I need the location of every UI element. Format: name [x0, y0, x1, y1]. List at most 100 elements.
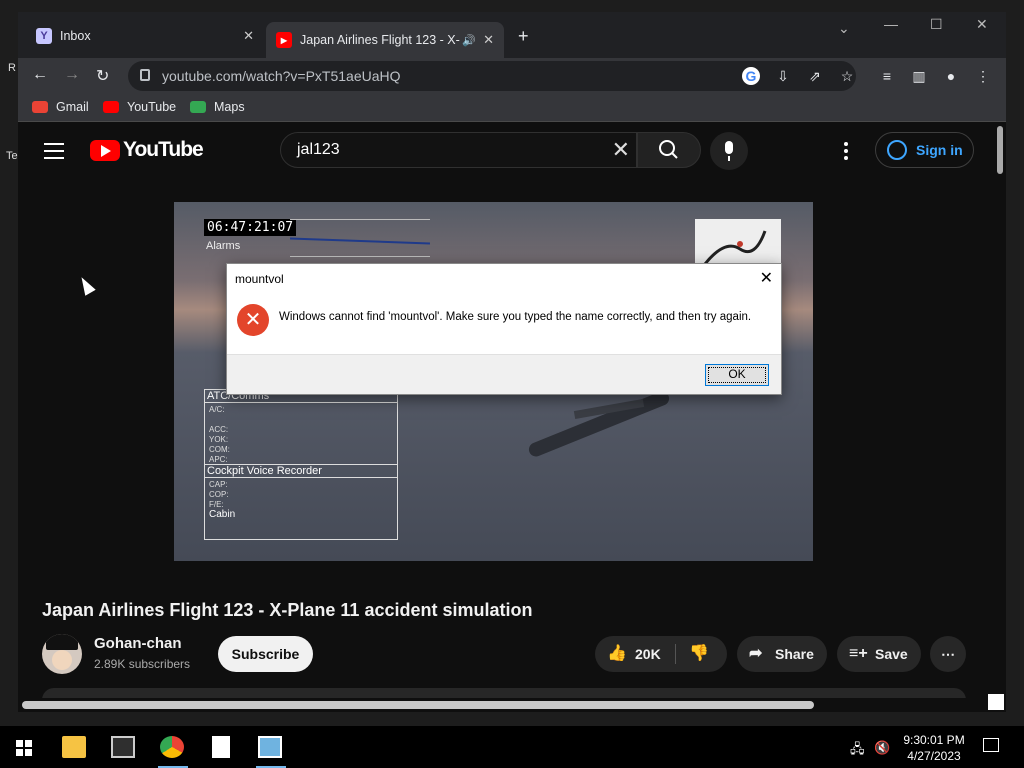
error-icon: ✕ — [237, 304, 269, 336]
dialog-title: mountvol — [235, 272, 284, 286]
search-icon — [659, 140, 678, 159]
atc-comms-panel: ATC/Comms A/C: ACC: YOK: COM: APC: — [204, 389, 398, 465]
back-icon[interactable]: ← — [32, 66, 48, 84]
youtube-logo[interactable]: YouTube — [90, 138, 204, 162]
volume-muted-icon[interactable]: 🔇 — [874, 740, 890, 756]
forward-icon[interactable]: → — [64, 66, 80, 84]
ok-button[interactable]: OK — [705, 364, 769, 386]
network-icon[interactable]: 🖧 — [850, 740, 865, 762]
dialog-footer: OK — [227, 354, 781, 394]
cvr-row: CAP: — [209, 480, 228, 489]
channel-name[interactable]: Gohan-chan — [94, 635, 182, 652]
bookmark-maps[interactable]: Maps — [190, 100, 245, 114]
video-minimap — [695, 219, 781, 269]
scrollbar-corner — [988, 694, 1004, 710]
cvr-panel: Cockpit Voice Recorder CAP: COP: F/E: Ca… — [204, 464, 398, 540]
more-actions-icon[interactable]: ⋯ — [930, 636, 966, 672]
maps-icon — [190, 101, 206, 113]
search-input[interactable]: jal123 ✕ — [280, 132, 637, 168]
speaker-icon[interactable]: 🔊 — [462, 34, 476, 47]
profile-icon[interactable]: ● — [942, 67, 960, 85]
channel-avatar[interactable] — [42, 634, 82, 674]
youtube-favicon-icon: ▶ — [276, 32, 292, 48]
video-graph — [290, 219, 430, 257]
subscribe-button[interactable]: Subscribe — [218, 636, 313, 672]
user-icon — [887, 140, 907, 160]
close-window-icon[interactable]: ✕ — [976, 16, 988, 33]
tab-search-icon[interactable]: ⌄ — [838, 20, 850, 37]
youtube-header: YouTube jal123 ✕ Sign in — [18, 122, 994, 178]
share-button[interactable]: ➦ Share — [737, 636, 827, 672]
save-playlist-icon: ≡+ — [849, 645, 868, 662]
tab-label: Japan Airlines Flight 123 - X- — [300, 33, 460, 47]
clock-time: 9:30:01 PM — [903, 733, 965, 747]
bookmark-youtube[interactable]: YouTube — [103, 100, 176, 114]
search-button[interactable] — [637, 132, 701, 168]
atc-row: ACC: — [209, 425, 229, 434]
control-panel-icon[interactable] — [258, 736, 282, 758]
cvr-row: F/E: — [209, 500, 224, 509]
sign-in-button[interactable]: Sign in — [875, 132, 974, 168]
airplane-image — [504, 389, 694, 459]
bookmark-label: Gmail — [56, 100, 89, 114]
side-panel-icon[interactable]: ▥ — [910, 67, 928, 85]
install-icon[interactable]: ⇩ — [774, 67, 792, 85]
dislike-icon[interactable]: 👎 — [689, 636, 709, 672]
minimize-icon[interactable]: — — [884, 16, 898, 32]
voice-search-icon[interactable] — [710, 132, 748, 170]
save-button[interactable]: ≡+ Save — [837, 636, 921, 672]
clock[interactable]: 9:30:01 PM 4/27/2023 — [898, 732, 970, 764]
horizontal-scrollbar[interactable] — [18, 698, 994, 712]
clear-search-icon[interactable]: ✕ — [612, 133, 630, 167]
media-control-icon[interactable]: ≡ — [878, 67, 896, 85]
share-label: Share — [775, 646, 814, 662]
desktop-text: R — [8, 62, 16, 74]
youtube-wordmark: YouTube — [123, 138, 204, 161]
error-dialog: mountvol ✕ ✕ Windows cannot find 'mountv… — [226, 263, 782, 395]
atc-row: YOK: — [209, 435, 229, 444]
tab-label: Inbox — [60, 29, 91, 43]
reload-icon[interactable]: ↻ — [96, 66, 109, 86]
tab-youtube-video[interactable]: ▶ Japan Airlines Flight 123 - X- 🔊 ✕ — [266, 22, 504, 58]
sign-in-label: Sign in — [916, 142, 963, 158]
google-icon[interactable]: G — [742, 67, 760, 85]
like-icon[interactable]: 👍 — [607, 636, 627, 672]
chrome-menu-icon[interactable]: ⋮ — [974, 67, 992, 85]
video-title: Japan Airlines Flight 123 - X-Plane 11 a… — [42, 600, 533, 620]
yahoo-icon: Y — [36, 28, 52, 44]
cvr-title: Cockpit Voice Recorder — [205, 465, 397, 478]
gmail-icon — [32, 101, 48, 113]
like-count[interactable]: 20K — [635, 636, 661, 672]
youtube-page: YouTube jal123 ✕ Sign in 06:47:21:07 Ala… — [18, 122, 1006, 712]
bookmark-star-icon[interactable]: ☆ — [838, 67, 856, 85]
notifications-icon[interactable] — [983, 738, 999, 752]
notepad-icon[interactable] — [212, 736, 230, 758]
save-label: Save — [875, 646, 908, 662]
atc-row: COM: — [209, 445, 230, 454]
browser-toolbar: ← → ↻ youtube.com/watch?v=PxT51aeUaHQ G … — [18, 58, 1006, 94]
bookmark-gmail[interactable]: Gmail — [32, 100, 89, 114]
desktop-text: Te — [6, 150, 18, 162]
youtube-bookmark-icon — [103, 101, 119, 113]
menu-icon[interactable] — [44, 143, 64, 164]
atc-row: A/C: — [209, 405, 225, 414]
chrome-icon[interactable] — [160, 736, 184, 758]
video-alarms-label: Alarms — [206, 240, 241, 252]
tab-inbox[interactable]: Y Inbox ✕ — [26, 22, 264, 50]
close-icon[interactable]: ✕ — [760, 268, 773, 288]
share-icon: ➦ — [749, 645, 763, 662]
vertical-scrollbar[interactable] — [994, 122, 1006, 712]
store-icon[interactable] — [111, 736, 135, 758]
new-tab-button[interactable]: + — [518, 26, 529, 47]
settings-menu-icon[interactable] — [844, 142, 848, 163]
start-icon[interactable] — [16, 740, 32, 756]
share-page-icon[interactable]: ⇗ — [806, 67, 824, 85]
maximize-icon[interactable]: ☐ — [930, 16, 943, 33]
clock-date: 4/27/2023 — [907, 749, 961, 763]
file-explorer-icon[interactable] — [62, 736, 86, 758]
cvr-row: COP: — [209, 490, 229, 499]
close-tab-icon[interactable]: ✕ — [243, 28, 254, 44]
cabin-label: Cabin — [209, 509, 236, 520]
close-tab-icon[interactable]: ✕ — [483, 32, 494, 48]
subscriber-count: 2.89K subscribers — [94, 657, 191, 671]
